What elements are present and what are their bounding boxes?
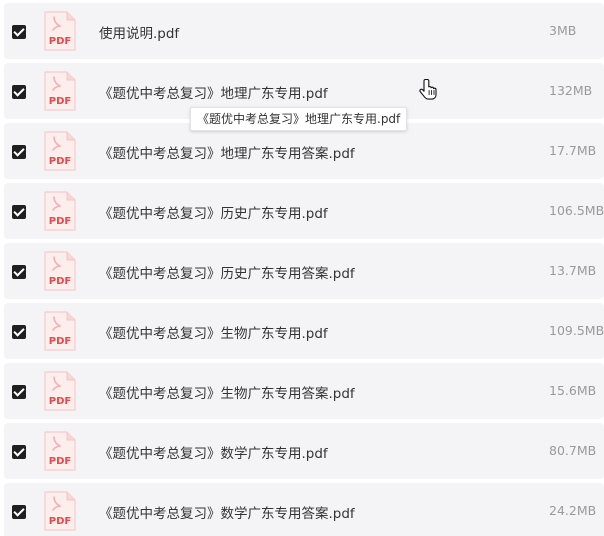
file-row[interactable]: PDF 《题优中考总复习》地理广东专用答案.pdf 17.7MB	[4, 123, 604, 179]
pdf-file-icon: PDF	[44, 311, 76, 351]
file-name: 《题优中考总复习》数学广东专用.pdf	[99, 446, 328, 462]
pdf-icon-label: PDF	[49, 516, 71, 527]
checkbox-checked-icon[interactable]	[12, 205, 26, 219]
pdf-icon-label: PDF	[49, 216, 71, 227]
file-size: 3MB	[549, 23, 577, 38]
pdf-file-icon: PDF	[44, 491, 76, 531]
file-name: 《题优中考总复习》数学广东专用答案.pdf	[99, 506, 355, 522]
file-row[interactable]: PDF 《题优中考总复习》数学广东专用答案.pdf 24.2MB	[4, 483, 604, 536]
file-name: 《题优中考总复习》历史广东专用.pdf	[99, 206, 328, 222]
checkbox-checked-icon[interactable]	[12, 25, 26, 39]
checkbox-checked-icon[interactable]	[12, 385, 26, 399]
file-row[interactable]: PDF 《题优中考总复习》生物广东专用答案.pdf 15.6MB	[4, 363, 604, 419]
pdf-icon-label: PDF	[49, 276, 71, 287]
file-name: 《题优中考总复习》地理广东专用.pdf	[99, 86, 328, 102]
pdf-file-icon: PDF	[44, 191, 76, 231]
file-row[interactable]: PDF 《题优中考总复习》历史广东专用答案.pdf 13.7MB	[4, 243, 604, 299]
pdf-file-icon: PDF	[44, 371, 76, 411]
file-name: 《题优中考总复习》生物广东专用答案.pdf	[99, 386, 355, 402]
pdf-file-icon: PDF	[44, 71, 76, 111]
pdf-icon-label: PDF	[49, 36, 71, 47]
file-name: 《题优中考总复习》历史广东专用答案.pdf	[99, 266, 355, 282]
pdf-file-icon: PDF	[44, 251, 76, 291]
hand-pointer-cursor-icon	[419, 78, 437, 100]
checkbox-checked-icon[interactable]	[12, 85, 26, 99]
file-row[interactable]: PDF 《题优中考总复习》历史广东专用.pdf 106.5MB	[4, 183, 604, 239]
checkbox-checked-icon[interactable]	[12, 325, 26, 339]
file-size: 109.5MB	[549, 323, 604, 338]
file-name: 《题优中考总复习》生物广东专用.pdf	[99, 326, 328, 342]
file-row[interactable]: PDF 使用说明.pdf 3MB	[4, 3, 604, 59]
file-size: 17.7MB	[549, 143, 597, 158]
file-name: 使用说明.pdf	[99, 26, 180, 42]
file-size: 132MB	[549, 83, 593, 98]
file-row[interactable]: PDF 《题优中考总复习》数学广东专用.pdf 80.7MB	[4, 423, 604, 479]
pdf-icon-label: PDF	[49, 456, 71, 467]
pdf-file-icon: PDF	[44, 11, 76, 51]
pdf-icon-label: PDF	[49, 396, 71, 407]
file-row[interactable]: PDF 《题优中考总复习》生物广东专用.pdf 109.5MB	[4, 303, 604, 359]
checkbox-checked-icon[interactable]	[12, 145, 26, 159]
file-size: 80.7MB	[549, 443, 597, 458]
checkbox-checked-icon[interactable]	[12, 445, 26, 459]
file-size: 24.2MB	[549, 503, 597, 518]
file-size: 15.6MB	[549, 383, 597, 398]
checkbox-checked-icon[interactable]	[12, 505, 26, 519]
pdf-icon-label: PDF	[49, 336, 71, 347]
file-size: 106.5MB	[549, 203, 604, 218]
pdf-icon-label: PDF	[49, 96, 71, 107]
file-size: 13.7MB	[549, 263, 597, 278]
pdf-file-icon: PDF	[44, 431, 76, 471]
filename-tooltip: 《题优中考总复习》地理广东专用.pdf	[190, 107, 408, 131]
checkbox-checked-icon[interactable]	[12, 265, 26, 279]
file-name: 《题优中考总复习》地理广东专用答案.pdf	[99, 146, 355, 162]
pdf-file-icon: PDF	[44, 131, 76, 171]
pdf-icon-label: PDF	[49, 156, 71, 167]
file-list: PDF 使用说明.pdf 3MB PDF 《题优中考总复习》地理广东专用.pdf…	[0, 0, 604, 536]
